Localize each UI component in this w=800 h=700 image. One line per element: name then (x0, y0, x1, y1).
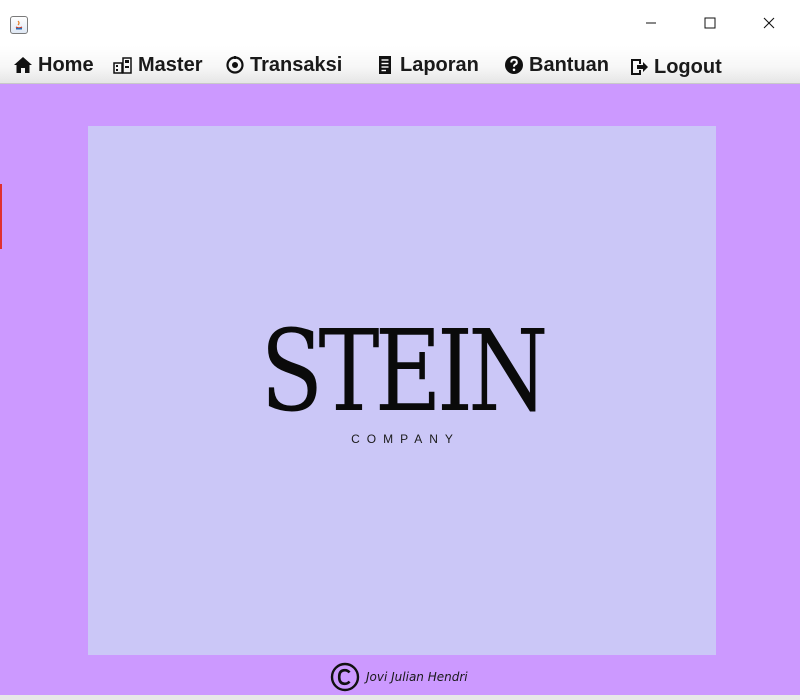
company-logo-title: STEIN (260, 307, 548, 437)
menu-master[interactable]: Master (112, 50, 202, 80)
edge-marker (0, 184, 2, 249)
menu-logout-label: Logout (654, 55, 722, 78)
window-bottom-border (0, 695, 800, 700)
transaction-icon (224, 54, 246, 76)
minimize-icon (646, 22, 656, 24)
logout-icon (628, 56, 650, 78)
menu-laporan[interactable]: Laporan (374, 50, 479, 80)
close-icon (763, 17, 775, 29)
menu-laporan-label: Laporan (400, 53, 479, 76)
menu-logout[interactable]: Logout (628, 52, 722, 82)
menu-master-label: Master (138, 53, 203, 76)
minimize-button[interactable] (622, 0, 680, 46)
title-bar[interactable] (0, 0, 800, 46)
author-name: Jovi Julian Hendri (366, 670, 468, 684)
master-icon (112, 54, 134, 76)
report-icon (374, 54, 396, 76)
main-content: STEIN COMPANY Jovi Julian Hendri (0, 84, 800, 695)
menu-bar: Home Master Transaksi Laporan Bantuan Lo… (0, 46, 800, 84)
home-icon (12, 54, 34, 76)
company-logo-subtitle: COMPANY (351, 432, 460, 446)
menu-home-label: Home (38, 53, 94, 76)
menu-bantuan-label: Bantuan (529, 53, 609, 76)
maximize-button[interactable] (681, 0, 739, 46)
maximize-icon (704, 17, 716, 29)
footer: Jovi Julian Hendri (330, 662, 468, 692)
menu-home[interactable]: Home (12, 50, 94, 80)
menu-bantuan[interactable]: Bantuan (503, 50, 609, 80)
app-window: Home Master Transaksi Laporan Bantuan Lo… (0, 0, 800, 700)
logo-panel: STEIN COMPANY (88, 126, 716, 655)
close-button[interactable] (740, 0, 798, 46)
copyright-icon (330, 662, 360, 692)
help-icon (503, 54, 525, 76)
menu-transaksi[interactable]: Transaksi (224, 50, 342, 80)
menu-transaksi-label: Transaksi (250, 53, 343, 76)
java-app-icon[interactable] (10, 16, 28, 34)
